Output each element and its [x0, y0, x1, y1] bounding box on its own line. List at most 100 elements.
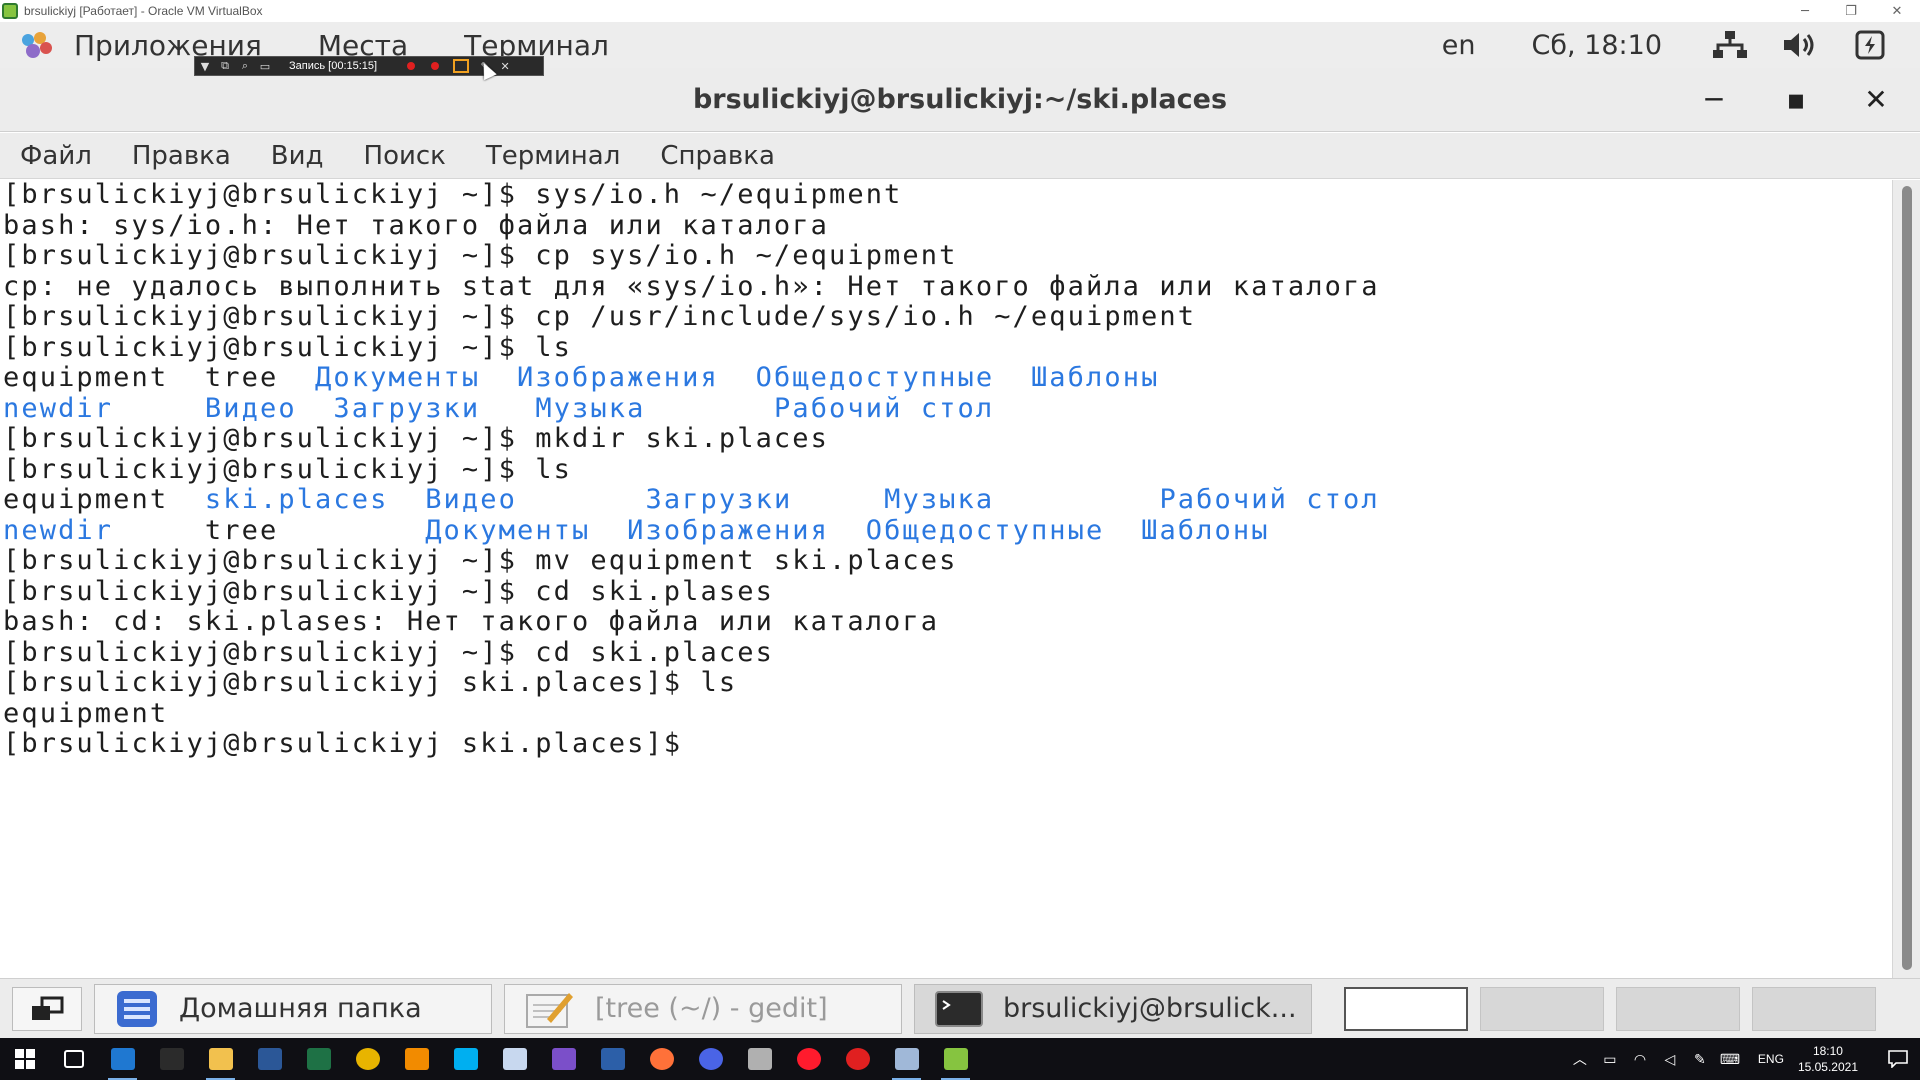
vbox-restore-button[interactable]: ❐ — [1828, 0, 1874, 22]
cmd-icon[interactable] — [147, 1038, 196, 1080]
terminal-line: equipment — [0, 697, 1892, 730]
excel-icon[interactable] — [294, 1038, 343, 1080]
terminal-line: [brsulickiyj@brsulickiyj ~]$ mv equipmen… — [0, 545, 1892, 577]
tray-clock[interactable]: 18:10 15.05.2021 — [1798, 1043, 1858, 1075]
keyboard-icon[interactable]: ⌨ — [1718, 1038, 1742, 1080]
terminal-text: [brsulickiyj@brsulickiyj ~]$ ls — [3, 331, 573, 363]
menu-terminal[interactable]: Терминал — [486, 141, 620, 171]
terminal-titlebar: brsulickiyj@brsulickiyj:~/ski.places ─ ▪… — [0, 68, 1920, 132]
panel-clock[interactable]: Сб, 18:10 — [1532, 30, 1662, 61]
opera-icon[interactable] — [784, 1038, 833, 1080]
recorder-window-icon[interactable]: ⧉ — [215, 57, 235, 75]
terminal-text: cp: не удалось выполнить stat для «sys/i… — [3, 270, 1380, 302]
tray-overflow-icon[interactable]: ︿ — [1568, 1038, 1592, 1080]
explorer-icon[interactable] — [196, 1038, 245, 1080]
terminal-window-title: brsulickiyj@brsulickiyj:~/ski.places — [692, 84, 1228, 115]
folder-icon — [117, 990, 157, 1027]
terminal-close-button[interactable]: ✕ — [1856, 82, 1896, 116]
task-label: [tree (~/) - gedit] — [595, 993, 828, 1024]
directory-entry: Изображения — [516, 362, 719, 393]
panel-status-area: en Сб, 18:10 — [1442, 22, 1920, 68]
task-terminal[interactable]: brsulickiyj@brsulick... — [914, 983, 1312, 1034]
power-menu-icon[interactable] — [1850, 29, 1890, 61]
keyboard-layout-indicator[interactable]: en — [1442, 30, 1476, 61]
workspace-4[interactable] — [1752, 986, 1876, 1031]
notification-icon[interactable] — [1876, 1038, 1920, 1080]
record-icon[interactable] — [833, 1038, 882, 1080]
terminal-minimize-button[interactable]: ─ — [1694, 82, 1734, 116]
visual-studio-icon[interactable] — [539, 1038, 588, 1080]
firefox-icon[interactable] — [637, 1038, 686, 1080]
recorder-close-icon[interactable]: ✕ — [495, 57, 515, 75]
task-gedit[interactable]: [tree (~/) - gedit] — [504, 983, 902, 1034]
recorder-stop-icon[interactable] — [431, 62, 440, 70]
vbox-minimize-button[interactable]: ─ — [1782, 0, 1828, 22]
virtualbox-vm-icon[interactable] — [931, 1038, 980, 1080]
word-icon[interactable] — [245, 1038, 294, 1080]
terminal-scrollbar[interactable] — [1892, 180, 1920, 978]
vbox-close-button[interactable]: ✕ — [1874, 0, 1920, 22]
directory-entry: Изображения — [627, 514, 830, 546]
vbox-window-title: brsulickiyj [Работает] - Oracle VM Virtu… — [24, 4, 263, 18]
app-icon[interactable] — [392, 1038, 441, 1080]
files-icon[interactable] — [735, 1038, 784, 1080]
terminal-scrollbar-thumb[interactable] — [1902, 186, 1912, 970]
recorder-screenshot-icon[interactable] — [453, 59, 470, 73]
edge-icon-glyph — [110, 1048, 135, 1070]
volume-icon[interactable] — [1780, 29, 1820, 61]
windows-start-icon[interactable] — [0, 1038, 49, 1080]
menu-help[interactable]: Справка — [660, 141, 775, 171]
terminal-text: [brsulickiyj@brsulickiyj ~]$ cd ski.plas… — [3, 575, 774, 607]
notepad-icon[interactable] — [490, 1038, 539, 1080]
chrome-icon[interactable] — [343, 1038, 392, 1080]
recorder-dropdown-icon[interactable]: ▼ — [195, 57, 215, 75]
terminal-output[interactable]: [brsulickiyj@brsulickiyj ~]$ sys/io.h ~/… — [0, 180, 1892, 978]
firefox-icon-glyph — [649, 1048, 674, 1070]
edge-icon[interactable] — [98, 1038, 147, 1080]
applications-icon[interactable] — [18, 30, 54, 60]
firefox-dev-icon[interactable] — [686, 1038, 735, 1080]
vbox-window-controls: ─ ❐ ✕ — [1782, 0, 1920, 22]
terminal-text: [brsulickiyj@brsulickiyj ~]$ ls — [3, 453, 573, 485]
terminal-text: [brsulickiyj@brsulickiyj ~]$ cp sys/io.h… — [3, 240, 958, 271]
speaker-icon[interactable]: ◁ — [1658, 1038, 1682, 1080]
menu-view[interactable]: Вид — [271, 141, 324, 171]
recorder-pause-icon[interactable] — [407, 62, 416, 70]
directory-entry: Рабочий стол — [773, 392, 995, 424]
skype-icon[interactable] — [441, 1038, 490, 1080]
pen-icon[interactable]: ✎ — [1688, 1038, 1712, 1080]
task-view-icon[interactable] — [49, 1038, 98, 1080]
virtualbox-vm-icon-glyph — [943, 1048, 968, 1070]
menu-search[interactable]: Поиск — [364, 141, 446, 171]
workspace-1[interactable] — [1344, 986, 1468, 1031]
workspace-2[interactable] — [1480, 986, 1604, 1031]
workspace-3[interactable] — [1616, 986, 1740, 1031]
show-desktop-button[interactable] — [12, 986, 82, 1031]
firefox-dev-icon-glyph — [698, 1048, 723, 1070]
gedit-icon — [526, 992, 573, 1028]
recorder-zoom-icon[interactable]: ⌕ — [235, 57, 255, 75]
wifi-icon[interactable]: ◠ — [1628, 1038, 1652, 1080]
network-icon[interactable] — [1710, 29, 1750, 61]
battery-icon[interactable]: ▭ — [1598, 1038, 1622, 1080]
input-language[interactable]: ENG — [1758, 1052, 1784, 1066]
terminal-line: [brsulickiyj@brsulickiyj ~]$ cp sys/io.h… — [0, 240, 1892, 272]
steam-icon[interactable] — [588, 1038, 637, 1080]
menu-edit[interactable]: Правка — [132, 141, 231, 171]
recorder-region-icon[interactable]: ▭ — [255, 57, 275, 75]
terminal-text: equipment — [3, 697, 169, 729]
word-icon-glyph — [257, 1048, 282, 1070]
virtualbox-icon[interactable] — [882, 1038, 931, 1080]
task-home-folder[interactable]: Домашняя папка — [94, 983, 492, 1034]
terminal-text: bash: cd: ski.plases: Нет такого файла и… — [3, 606, 940, 637]
directory-entry: Документы — [315, 362, 481, 393]
tray-date: 15.05.2021 — [1797, 1060, 1858, 1074]
menu-file[interactable]: Файл — [20, 141, 92, 171]
terminal-maximize-button[interactable]: ▪ — [1776, 82, 1816, 116]
